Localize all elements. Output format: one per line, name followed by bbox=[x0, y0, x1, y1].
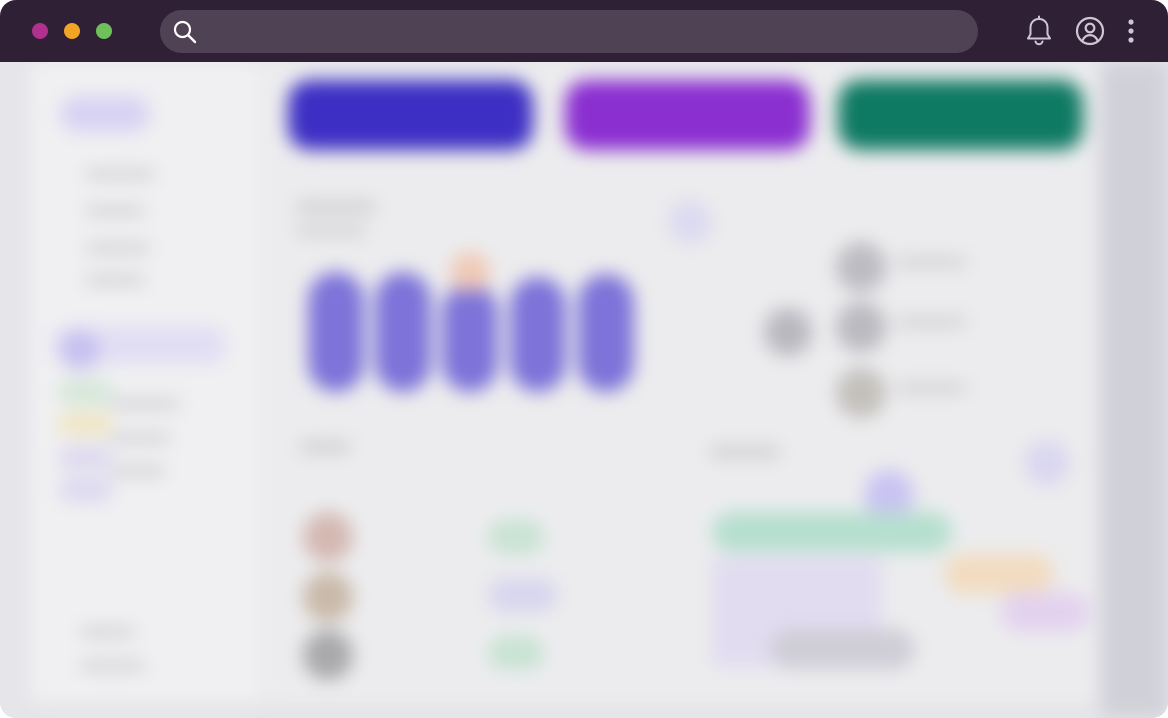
sidebar-footer-item bbox=[80, 662, 145, 670]
gantt-chip bbox=[944, 554, 1054, 594]
title-bar bbox=[0, 0, 1168, 62]
user-circle-icon[interactable] bbox=[1074, 15, 1106, 52]
search-icon bbox=[172, 19, 198, 50]
metric-card bbox=[838, 80, 1083, 150]
chart-bar bbox=[308, 272, 364, 392]
list-text bbox=[896, 384, 966, 392]
sidebar-active-item bbox=[60, 96, 150, 132]
chart-badge bbox=[668, 200, 712, 244]
chart-subtitle bbox=[296, 227, 366, 235]
chart-title bbox=[296, 202, 376, 212]
list-avatar bbox=[836, 242, 886, 292]
sidebar-item bbox=[85, 244, 150, 252]
panel-title bbox=[710, 447, 780, 457]
table-avatar bbox=[303, 572, 353, 622]
sidebar-chip bbox=[58, 446, 113, 470]
sidebar-item bbox=[85, 276, 145, 284]
sidebar-chip bbox=[58, 478, 113, 502]
close-window-button[interactable] bbox=[32, 23, 48, 39]
sidebar-label bbox=[110, 434, 170, 442]
sidebar-chip bbox=[58, 412, 113, 436]
list-avatar bbox=[836, 368, 886, 418]
chart-bar bbox=[375, 272, 431, 392]
metric-card bbox=[288, 80, 533, 150]
list-avatar-large bbox=[764, 308, 812, 356]
sidebar-label bbox=[110, 467, 165, 475]
sidebar-label bbox=[110, 400, 180, 408]
sidebar-chip bbox=[58, 380, 113, 404]
sidebar-avatar bbox=[60, 330, 100, 370]
right-edge bbox=[1100, 62, 1168, 718]
panel-avatar bbox=[1024, 440, 1070, 486]
chart-bar bbox=[442, 284, 498, 392]
chart-bar bbox=[510, 277, 566, 392]
chart-highlight bbox=[450, 252, 490, 292]
search-input[interactable] bbox=[208, 10, 972, 55]
list-text bbox=[896, 258, 966, 266]
sidebar-item bbox=[85, 207, 145, 215]
list-text bbox=[896, 318, 966, 326]
app-window bbox=[0, 0, 1168, 718]
status-pill bbox=[488, 520, 544, 554]
search-bar[interactable] bbox=[160, 10, 978, 55]
more-vertical-icon[interactable] bbox=[1122, 15, 1140, 52]
sidebar-item bbox=[85, 170, 155, 178]
table-title bbox=[300, 442, 350, 452]
metric-card bbox=[565, 80, 810, 150]
table-avatar bbox=[303, 630, 353, 680]
maximize-window-button[interactable] bbox=[96, 23, 112, 39]
status-pill bbox=[488, 578, 558, 612]
table-avatar bbox=[303, 512, 353, 562]
gantt-bar bbox=[712, 512, 952, 552]
status-pill bbox=[488, 636, 544, 670]
bell-icon[interactable] bbox=[1024, 15, 1054, 52]
list-avatar bbox=[836, 302, 886, 352]
chart-bar bbox=[578, 274, 634, 392]
gantt-chip bbox=[1000, 592, 1090, 632]
minimize-window-button[interactable] bbox=[64, 23, 80, 39]
sidebar-footer-item bbox=[80, 628, 135, 636]
blurred-dashboard bbox=[0, 62, 1168, 718]
gantt-chip bbox=[770, 629, 915, 669]
